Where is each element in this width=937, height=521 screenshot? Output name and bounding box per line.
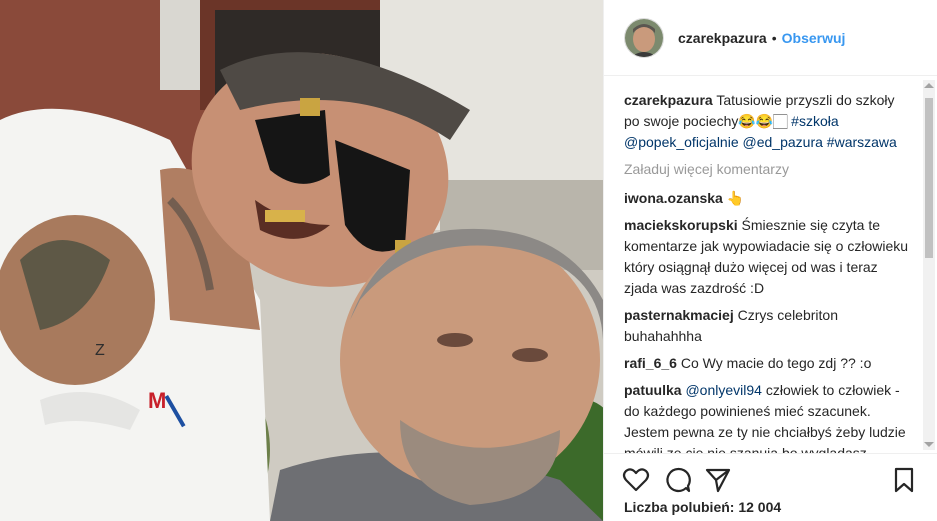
svg-text:Z: Z xyxy=(95,342,105,359)
comment: patuulka @onlyevil94 człowiek to człowie… xyxy=(624,380,910,453)
follow-button[interactable]: Obserwuj xyxy=(782,30,846,46)
comment: iwona.ozanska 👆 xyxy=(624,188,910,209)
post-actions: Liczba polubień: 12 004 xyxy=(604,453,937,521)
caption: czarekpazura Tatusiowie przyszli do szko… xyxy=(624,90,910,153)
post-photo-image: M Z xyxy=(0,0,603,521)
comment-text: 👆 xyxy=(726,190,745,206)
comment: maciekskorupski Śmiesznie się czyta te k… xyxy=(624,215,910,299)
comment-username[interactable]: maciekskorupski xyxy=(624,217,738,233)
caption-username[interactable]: czarekpazura xyxy=(624,92,713,108)
comment-text: Co Wy macie do tego zdj ?? :o xyxy=(680,355,872,371)
comment-username[interactable]: rafi_6_6 xyxy=(624,355,677,371)
post-photo[interactable]: M Z xyxy=(0,0,603,521)
scroll-down-arrow-icon[interactable] xyxy=(924,442,934,447)
avatar-image xyxy=(625,18,663,57)
bookmark-icon[interactable] xyxy=(890,466,918,494)
instagram-post-view: M Z czarekpazura • Obserwuj czarekpazura… xyxy=(0,0,937,521)
svg-text:M: M xyxy=(148,388,166,413)
scroll-up-arrow-icon[interactable] xyxy=(924,83,934,88)
comment-icon[interactable] xyxy=(664,466,692,494)
likes-count[interactable]: Liczba polubień: 12 004 xyxy=(624,499,781,515)
load-more-comments-button[interactable]: Załaduj więcej komentarzy xyxy=(624,159,910,180)
caption-mention-ed[interactable]: @ed_pazura xyxy=(743,134,823,150)
comment-mention[interactable]: @onlyevil94 xyxy=(685,382,761,398)
comment-username[interactable]: patuulka xyxy=(624,382,682,398)
avatar[interactable] xyxy=(624,17,664,58)
comment: pasternakmaciej Czrys celebriton buhahah… xyxy=(624,305,910,347)
comment-username[interactable]: iwona.ozanska xyxy=(624,190,723,206)
scrollbar-thumb[interactable] xyxy=(925,98,933,258)
comments-list[interactable]: czarekpazura Tatusiowie przyszli do szko… xyxy=(604,77,922,453)
caption-mention-popek[interactable]: @popek_oficjalnie xyxy=(624,134,739,150)
post-side-panel: czarekpazura • Obserwuj czarekpazura Tat… xyxy=(603,0,937,521)
header-separator: • xyxy=(771,29,777,46)
caption-hashtag-school[interactable]: #szkoła xyxy=(791,113,838,129)
heart-icon[interactable] xyxy=(622,466,650,494)
post-header: czarekpazura • Obserwuj xyxy=(604,0,937,76)
comment: rafi_6_6 Co Wy macie do tego zdj ?? :o xyxy=(624,353,910,374)
comment-username[interactable]: pasternakmaciej xyxy=(624,307,734,323)
comments-scrollbar[interactable] xyxy=(923,80,935,450)
caption-hashtag-city[interactable]: #warszawa xyxy=(827,134,897,150)
header-username[interactable]: czarekpazura xyxy=(678,30,767,46)
share-icon[interactable] xyxy=(704,466,732,494)
